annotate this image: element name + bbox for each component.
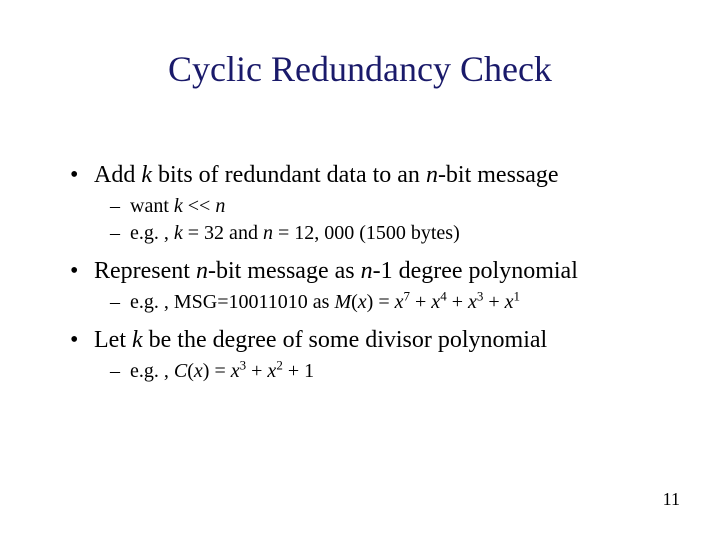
dash-icon: – xyxy=(110,221,130,246)
text: + xyxy=(410,291,431,313)
text: e.g. , xyxy=(130,360,174,382)
bullet-1: •Add k bits of redundant data to an n-bi… xyxy=(70,160,680,190)
var-x: x xyxy=(505,291,514,313)
text: want xyxy=(130,195,174,217)
var-n: n xyxy=(215,195,225,217)
text: be the degree of some divisor polynomial xyxy=(143,327,548,353)
text: -bit message xyxy=(438,162,559,188)
text: ( xyxy=(351,291,358,313)
text: e.g. , xyxy=(130,222,174,244)
slide-content: •Add k bits of redundant data to an n-bi… xyxy=(70,150,680,386)
var-x: x xyxy=(431,291,440,313)
bullet-3: •Let k be the degree of some divisor pol… xyxy=(70,325,680,355)
slide: Cyclic Redundancy Check •Add k bits of r… xyxy=(0,0,720,540)
text: ) = xyxy=(203,360,231,382)
text: -bit message as xyxy=(208,258,361,284)
text: + xyxy=(447,291,468,313)
var-n: n xyxy=(263,222,273,244)
dash-icon: – xyxy=(110,290,130,315)
bullet-dot-icon: • xyxy=(70,325,94,355)
bullet-1-sub-2: –e.g. , k = 32 and n = 12, 000 (1500 byt… xyxy=(110,221,680,246)
var-x: x xyxy=(231,360,240,382)
text: << xyxy=(183,195,216,217)
page-number: 11 xyxy=(663,489,680,510)
text: e.g. , MSG=10011010 as xyxy=(130,291,334,313)
text: ( xyxy=(187,360,194,382)
text: = 32 and xyxy=(183,222,263,244)
text: + xyxy=(246,360,267,382)
bullet-2-sub-1: –e.g. , MSG=10011010 as M(x) = x7 + x4 +… xyxy=(110,290,680,315)
dash-icon: – xyxy=(110,359,130,384)
var-k: k xyxy=(141,162,152,188)
var-n: n xyxy=(196,258,208,284)
text: Add xyxy=(94,162,141,188)
text: + xyxy=(483,291,504,313)
bullet-3-sub-1: –e.g. , C(x) = x3 + x2 + 1 xyxy=(110,359,680,384)
bullet-dot-icon: • xyxy=(70,256,94,286)
var-n: n xyxy=(361,258,373,284)
fn-C: C xyxy=(174,360,187,382)
bullet-1-sub-1: –want k << n xyxy=(110,194,680,219)
var-x: x xyxy=(468,291,477,313)
var-k: k xyxy=(174,195,183,217)
text: Let xyxy=(94,327,132,353)
var-x: x xyxy=(267,360,276,382)
text: ) = xyxy=(367,291,395,313)
text: -1 degree polynomial xyxy=(373,258,578,284)
var-x: x xyxy=(395,291,404,313)
var-k: k xyxy=(132,327,143,353)
bullet-2: •Represent n-bit message as n-1 degree p… xyxy=(70,256,680,286)
exp: 1 xyxy=(514,288,521,303)
text: = 12, 000 (1500 bytes) xyxy=(273,222,460,244)
var-x: x xyxy=(194,360,203,382)
var-k: k xyxy=(174,222,183,244)
bullet-dot-icon: • xyxy=(70,160,94,190)
fn-M: M xyxy=(334,291,351,313)
var-x: x xyxy=(358,291,367,313)
var-n: n xyxy=(426,162,438,188)
text: Represent xyxy=(94,258,196,284)
text: + 1 xyxy=(283,360,314,382)
slide-title: Cyclic Redundancy Check xyxy=(0,48,720,90)
text: bits of redundant data to an xyxy=(152,162,426,188)
dash-icon: – xyxy=(110,194,130,219)
